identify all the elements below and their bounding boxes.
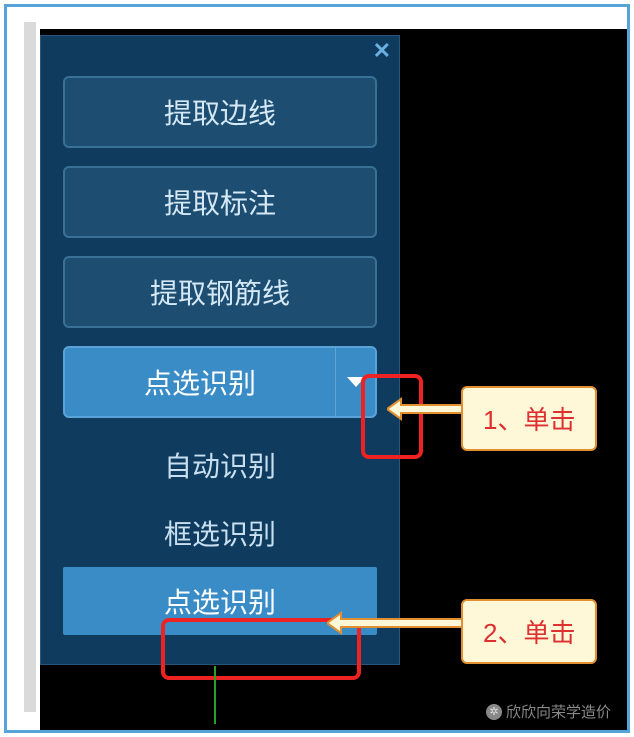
point-recognition-button[interactable]: 点选识别 — [63, 346, 377, 418]
green-marker-line — [214, 666, 216, 724]
dropdown-item-point[interactable]: 点选识别 — [63, 567, 377, 635]
callout-text: 2、单击 — [483, 618, 575, 648]
watermark: ✲ 欣欣向荣学造价 — [486, 701, 611, 722]
extract-rebar-line-button[interactable]: 提取钢筋线 — [63, 256, 377, 328]
extract-edge-button[interactable]: 提取边线 — [63, 76, 377, 148]
button-group: 提取边线 提取标注 提取钢筋线 点选识别 — [63, 76, 377, 436]
callout-text: 1、单击 — [483, 405, 575, 435]
close-icon[interactable]: ✕ — [373, 38, 391, 64]
grey-strip — [24, 22, 36, 712]
wechat-icon: ✲ — [486, 704, 502, 720]
callout-step-2: 2、单击 — [461, 599, 597, 664]
callout-step-1: 1、单击 — [461, 386, 597, 451]
recognition-panel: ✕ 提取边线 提取标注 提取钢筋线 点选识别 自动识别 框选 — [40, 35, 400, 665]
dropdown-item-auto[interactable]: 自动识别 — [63, 431, 377, 499]
button-label: 提取边线 — [164, 92, 276, 132]
dropdown-toggle[interactable] — [335, 348, 375, 416]
chevron-down-icon — [347, 377, 365, 387]
dropdown-item-box[interactable]: 框选识别 — [63, 499, 377, 567]
watermark-text: 欣欣向荣学造价 — [506, 701, 611, 722]
button-label: 提取标注 — [164, 182, 276, 222]
button-label: 点选识别 — [65, 362, 335, 402]
extract-annotation-button[interactable]: 提取标注 — [63, 166, 377, 238]
recognition-dropdown: 自动识别 框选识别 点选识别 — [63, 431, 377, 635]
button-label: 提取钢筋线 — [150, 272, 290, 312]
